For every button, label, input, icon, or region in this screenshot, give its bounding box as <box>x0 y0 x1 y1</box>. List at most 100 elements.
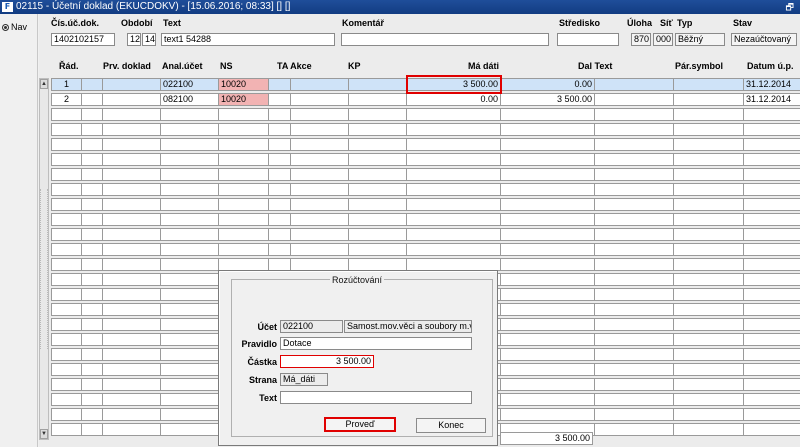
empty-cell[interactable] <box>594 108 674 121</box>
empty-cell[interactable] <box>594 408 674 421</box>
empty-cell[interactable] <box>500 303 595 316</box>
empty-cell[interactable] <box>268 108 291 121</box>
empty-cell[interactable] <box>594 333 674 346</box>
empty-cell[interactable] <box>268 183 291 196</box>
empty-cell[interactable] <box>673 243 744 256</box>
obdobi-month-field[interactable]: 12 <box>127 33 141 46</box>
empty-cell[interactable] <box>594 378 674 391</box>
empty-cell[interactable] <box>406 108 501 121</box>
empty-cell[interactable] <box>290 228 349 241</box>
empty-cell[interactable] <box>218 198 269 211</box>
empty-cell[interactable] <box>268 153 291 166</box>
empty-cell[interactable] <box>160 108 219 121</box>
empty-cell[interactable] <box>290 183 349 196</box>
empty-cell[interactable] <box>160 123 219 136</box>
empty-cell[interactable] <box>51 198 82 211</box>
empty-cell[interactable] <box>743 303 800 316</box>
empty-cell[interactable] <box>160 198 219 211</box>
empty-cell[interactable] <box>743 348 800 361</box>
empty-cell[interactable] <box>500 258 595 271</box>
empty-cell[interactable] <box>500 393 595 406</box>
empty-cell[interactable] <box>218 243 269 256</box>
empty-cell[interactable] <box>102 318 161 331</box>
empty-cell[interactable] <box>743 153 800 166</box>
empty-cell[interactable] <box>290 123 349 136</box>
empty-cell[interactable] <box>500 168 595 181</box>
empty-cell[interactable] <box>218 108 269 121</box>
empty-cell[interactable] <box>81 348 103 361</box>
row-2-ns[interactable]: 10020 <box>218 93 269 106</box>
empty-cell[interactable] <box>268 228 291 241</box>
empty-cell[interactable] <box>290 168 349 181</box>
empty-cell[interactable] <box>160 378 219 391</box>
empty-cell[interactable] <box>348 183 407 196</box>
empty-cell[interactable] <box>160 243 219 256</box>
empty-cell[interactable] <box>594 288 674 301</box>
empty-cell[interactable] <box>290 198 349 211</box>
empty-cell[interactable] <box>594 348 674 361</box>
empty-cell[interactable] <box>51 318 82 331</box>
empty-cell[interactable] <box>81 168 103 181</box>
empty-cell[interactable] <box>81 123 103 136</box>
empty-cell[interactable] <box>218 183 269 196</box>
empty-cell[interactable] <box>160 183 219 196</box>
empty-cell[interactable] <box>673 303 744 316</box>
empty-cell[interactable] <box>81 198 103 211</box>
empty-cell[interactable] <box>673 348 744 361</box>
empty-cell[interactable] <box>102 378 161 391</box>
empty-cell[interactable] <box>268 123 291 136</box>
empty-cell[interactable] <box>500 333 595 346</box>
empty-cell[interactable] <box>268 138 291 151</box>
empty-cell[interactable] <box>500 138 595 151</box>
empty-cell[interactable] <box>218 168 269 181</box>
strana-field[interactable]: Má_dáti <box>280 373 328 386</box>
row-1-blank[interactable] <box>81 78 103 91</box>
empty-cell[interactable] <box>81 408 103 421</box>
row-2-kp[interactable] <box>348 93 407 106</box>
empty-cell[interactable] <box>673 318 744 331</box>
empty-cell[interactable] <box>102 348 161 361</box>
empty-cell[interactable] <box>81 303 103 316</box>
empty-cell[interactable] <box>500 228 595 241</box>
row-1-akce[interactable] <box>290 78 349 91</box>
komentar-field[interactable] <box>341 33 549 46</box>
empty-cell[interactable] <box>160 333 219 346</box>
row-2-dal[interactable]: 3 500.00 <box>500 93 595 106</box>
empty-cell[interactable] <box>160 303 219 316</box>
scroll-thumb[interactable] <box>40 189 48 349</box>
empty-cell[interactable] <box>594 258 674 271</box>
empty-cell[interactable] <box>348 228 407 241</box>
empty-cell[interactable] <box>102 423 161 436</box>
empty-cell[interactable] <box>743 333 800 346</box>
empty-cell[interactable] <box>406 198 501 211</box>
empty-cell[interactable] <box>673 273 744 286</box>
empty-cell[interactable] <box>406 213 501 226</box>
empty-cell[interactable] <box>673 123 744 136</box>
empty-cell[interactable] <box>673 108 744 121</box>
stredisko-field[interactable] <box>557 33 619 46</box>
empty-cell[interactable] <box>594 198 674 211</box>
empty-cell[interactable] <box>348 123 407 136</box>
empty-cell[interactable] <box>81 183 103 196</box>
row-1-par-symbol[interactable] <box>673 78 744 91</box>
obdobi-year-field[interactable]: 14 <box>142 33 156 46</box>
text-dialog-field[interactable] <box>280 391 472 404</box>
empty-cell[interactable] <box>102 138 161 151</box>
pravidlo-field[interactable]: Dotace <box>280 337 472 350</box>
empty-cell[interactable] <box>218 123 269 136</box>
empty-cell[interactable] <box>743 138 800 151</box>
empty-cell[interactable] <box>594 138 674 151</box>
empty-cell[interactable] <box>51 108 82 121</box>
empty-cell[interactable] <box>51 408 82 421</box>
empty-cell[interactable] <box>268 243 291 256</box>
empty-cell[interactable] <box>500 378 595 391</box>
row-2-ta[interactable] <box>268 93 291 106</box>
empty-cell[interactable] <box>81 228 103 241</box>
empty-cell[interactable] <box>81 243 103 256</box>
proved-button[interactable]: Proveď <box>324 417 396 432</box>
empty-cell[interactable] <box>673 288 744 301</box>
empty-cell[interactable] <box>51 273 82 286</box>
empty-cell[interactable] <box>51 333 82 346</box>
row-1-anal-ucet[interactable]: 022100 <box>160 78 219 91</box>
empty-cell[interactable] <box>102 393 161 406</box>
